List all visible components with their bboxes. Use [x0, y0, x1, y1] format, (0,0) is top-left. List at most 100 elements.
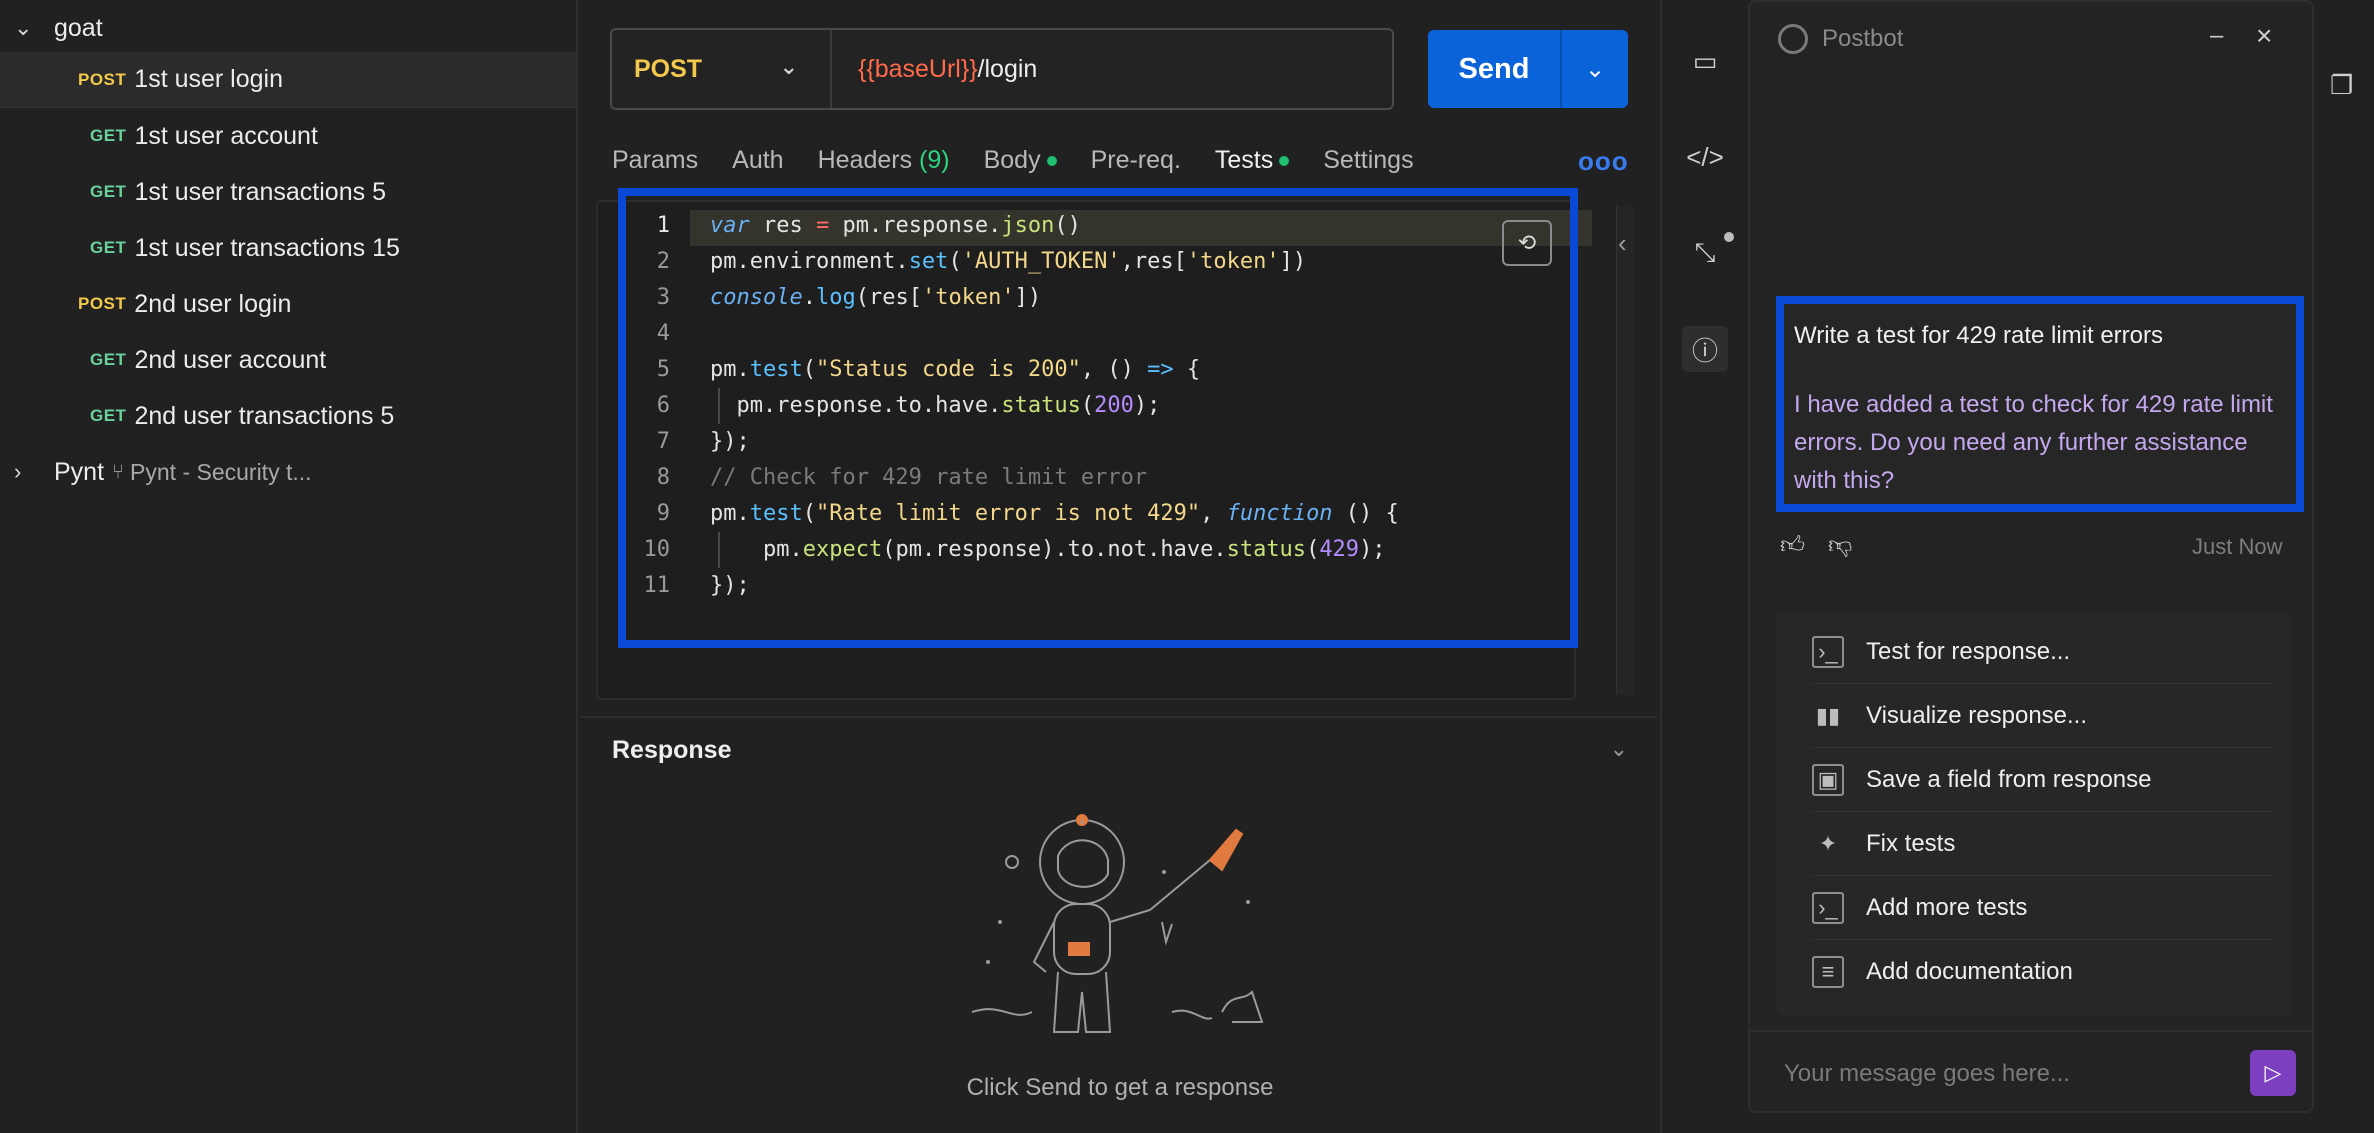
suggestion-item[interactable]: ≡ Add documentation: [1812, 940, 2272, 1004]
request-label: 2nd user login: [134, 289, 292, 318]
chevron-left-icon[interactable]: ‹: [1618, 228, 1627, 259]
tab-auth[interactable]: Auth: [732, 146, 783, 175]
bot-reply: I have added a test to check for 429 rat…: [1794, 391, 2273, 494]
suggestion-item[interactable]: ›_ Add more tests: [1812, 876, 2272, 940]
tab-tests[interactable]: Tests: [1214, 145, 1290, 193]
fork-icon: ⑂: [112, 460, 125, 483]
request-label: 1st user login: [134, 65, 283, 93]
document-icon: ≡: [1812, 956, 1844, 988]
collection-label: goat: [54, 13, 103, 42]
editor-scrollbar[interactable]: [1616, 205, 1634, 695]
collection-label: Pynt: [54, 457, 105, 486]
tab-headers-label: Headers: [817, 145, 913, 174]
collection-subtitle: Pynt - Security t...: [130, 458, 312, 485]
method-badge: GET: [90, 350, 127, 369]
chevron-right-icon[interactable]: ›: [14, 459, 36, 485]
chevron-down-icon[interactable]: ⌄: [1610, 736, 1628, 762]
postbot-panel: Postbot – × Write a test for 429 rate li…: [1748, 0, 2314, 1113]
send-message-icon[interactable]: ▷: [2250, 1050, 2296, 1096]
notification-dot: [1724, 232, 1734, 242]
suggestion-label: Fix tests: [1866, 829, 1956, 857]
related-collections-icon[interactable]: ⤡: [1682, 230, 1728, 276]
request-item[interactable]: GET 1st user transactions 15: [0, 220, 576, 276]
request-label: 1st user transactions 5: [134, 177, 386, 206]
response-title: Response: [612, 736, 732, 764]
request-item[interactable]: GET 1st user account: [0, 108, 576, 164]
request-item[interactable]: GET 2nd user account: [0, 332, 576, 388]
comments-icon[interactable]: ▭: [1682, 38, 1728, 84]
postbot-logo-icon: [1778, 24, 1808, 54]
send-button-group: Send ⌄: [1428, 30, 1628, 108]
request-item[interactable]: POST 2nd user login: [0, 276, 576, 332]
chevron-down-icon: ⌄: [779, 54, 798, 79]
method-select[interactable]: POST ⌄: [612, 30, 832, 108]
response-empty-hint: Click Send to get a response: [966, 1074, 1274, 1101]
tab-tests-label: Tests: [1214, 145, 1274, 174]
request-label: 2nd user transactions 5: [134, 401, 395, 430]
collections-sidebar: ⌄ goat POST 1st user login GET 1st user …: [0, 0, 578, 1133]
url-input[interactable]: {{baseUrl}}/login: [832, 55, 1037, 84]
copy-icon[interactable]: ❐: [2330, 70, 2353, 101]
tab-body[interactable]: Body: [984, 146, 1057, 175]
request-item[interactable]: GET 1st user transactions 5: [0, 164, 576, 220]
method-badge: GET: [90, 238, 127, 257]
suggestion-item[interactable]: ▮▮ Visualize response...: [1812, 684, 2272, 748]
send-button[interactable]: Send: [1428, 30, 1562, 108]
request-item[interactable]: GET 2nd user transactions 5: [0, 388, 576, 444]
user-message: Write a test for 429 rate limit errors: [1794, 322, 2163, 349]
method-badge: POST: [78, 69, 127, 89]
status-dot: [1046, 155, 1057, 166]
method-badge: GET: [90, 126, 127, 145]
postbot-header: Postbot: [1778, 24, 1903, 54]
suggestion-item[interactable]: ▣ Save a field from response: [1812, 748, 2272, 812]
highlight-box-editor: [618, 188, 1578, 648]
sparkle-icon: ✦: [1818, 830, 1838, 856]
request-label: 1st user transactions 15: [134, 233, 400, 262]
postbot-title: Postbot: [1822, 25, 1904, 52]
suggestions-list: ›_ Test for response... ▮▮ Visualize res…: [1776, 612, 2292, 1016]
status-dot: [1279, 155, 1290, 166]
terminal-icon: ›_: [1812, 635, 1844, 668]
close-icon[interactable]: ×: [2256, 20, 2272, 52]
more-options-icon[interactable]: ooo: [1578, 146, 1629, 177]
tab-body-label: Body: [983, 145, 1041, 174]
suggestion-item[interactable]: ›_ Test for response...: [1812, 620, 2272, 684]
tab-settings[interactable]: Settings: [1323, 146, 1413, 175]
method-badge: GET: [90, 406, 127, 425]
method-badge: POST: [78, 294, 127, 313]
collection-pynt[interactable]: › Pynt ⑂ Pynt - Security t...: [0, 444, 576, 500]
bar-chart-icon: ▮▮: [1815, 702, 1841, 728]
divider: [1750, 1030, 2312, 1032]
right-icon-rail: ▭ </> ⤡ ⓘ: [1660, 0, 1746, 1133]
suggestion-label: Add more tests: [1866, 893, 2028, 921]
thumbs-up-icon[interactable]: 👍︎: [1780, 532, 1805, 560]
astronaut-rocket-illustration: [972, 814, 1264, 1033]
highlight-box-postbot-chat: Write a test for 429 rate limit errors I…: [1776, 296, 2304, 512]
method-value: POST: [634, 54, 703, 83]
minimize-icon[interactable]: –: [2210, 22, 2223, 50]
request-item[interactable]: POST 1st user login: [0, 52, 576, 108]
info-icon[interactable]: ⓘ: [1682, 326, 1728, 372]
request-label: 2nd user account: [134, 345, 327, 374]
postbot-assist-icon[interactable]: ⟲: [1502, 220, 1552, 266]
url-path: /login: [977, 54, 1038, 83]
collection-goat[interactable]: ⌄ goat: [0, 0, 576, 56]
request-label: 1st user account: [134, 121, 318, 150]
thumbs-down-icon[interactable]: 👎︎: [1828, 532, 1852, 560]
suggestion-label: Test for response...: [1866, 637, 2071, 665]
suggestion-label: Add documentation: [1866, 958, 2073, 985]
url-bar: POST ⌄ {{baseUrl}}/login: [610, 28, 1394, 110]
tab-headers[interactable]: Headers (9): [818, 146, 950, 175]
tab-params[interactable]: Params: [612, 146, 698, 175]
request-tabs: Params Auth Headers (9) Body Pre-req. Te…: [612, 140, 1448, 193]
tab-prereq[interactable]: Pre-req.: [1091, 146, 1181, 175]
code-icon[interactable]: </>: [1682, 134, 1728, 180]
message-input[interactable]: Your message goes here...: [1784, 1060, 2070, 1088]
suggestion-label: Visualize response...: [1866, 701, 2088, 729]
response-section: Response ⌄: [580, 716, 1658, 780]
chevron-down-icon[interactable]: ⌄: [14, 15, 36, 41]
suggestion-item[interactable]: ✦ Fix tests: [1812, 812, 2272, 876]
send-dropdown-chevron-icon[interactable]: ⌄: [1562, 55, 1628, 84]
suggestion-label: Save a field from response: [1866, 765, 2152, 793]
save-icon: ▣: [1812, 763, 1844, 796]
